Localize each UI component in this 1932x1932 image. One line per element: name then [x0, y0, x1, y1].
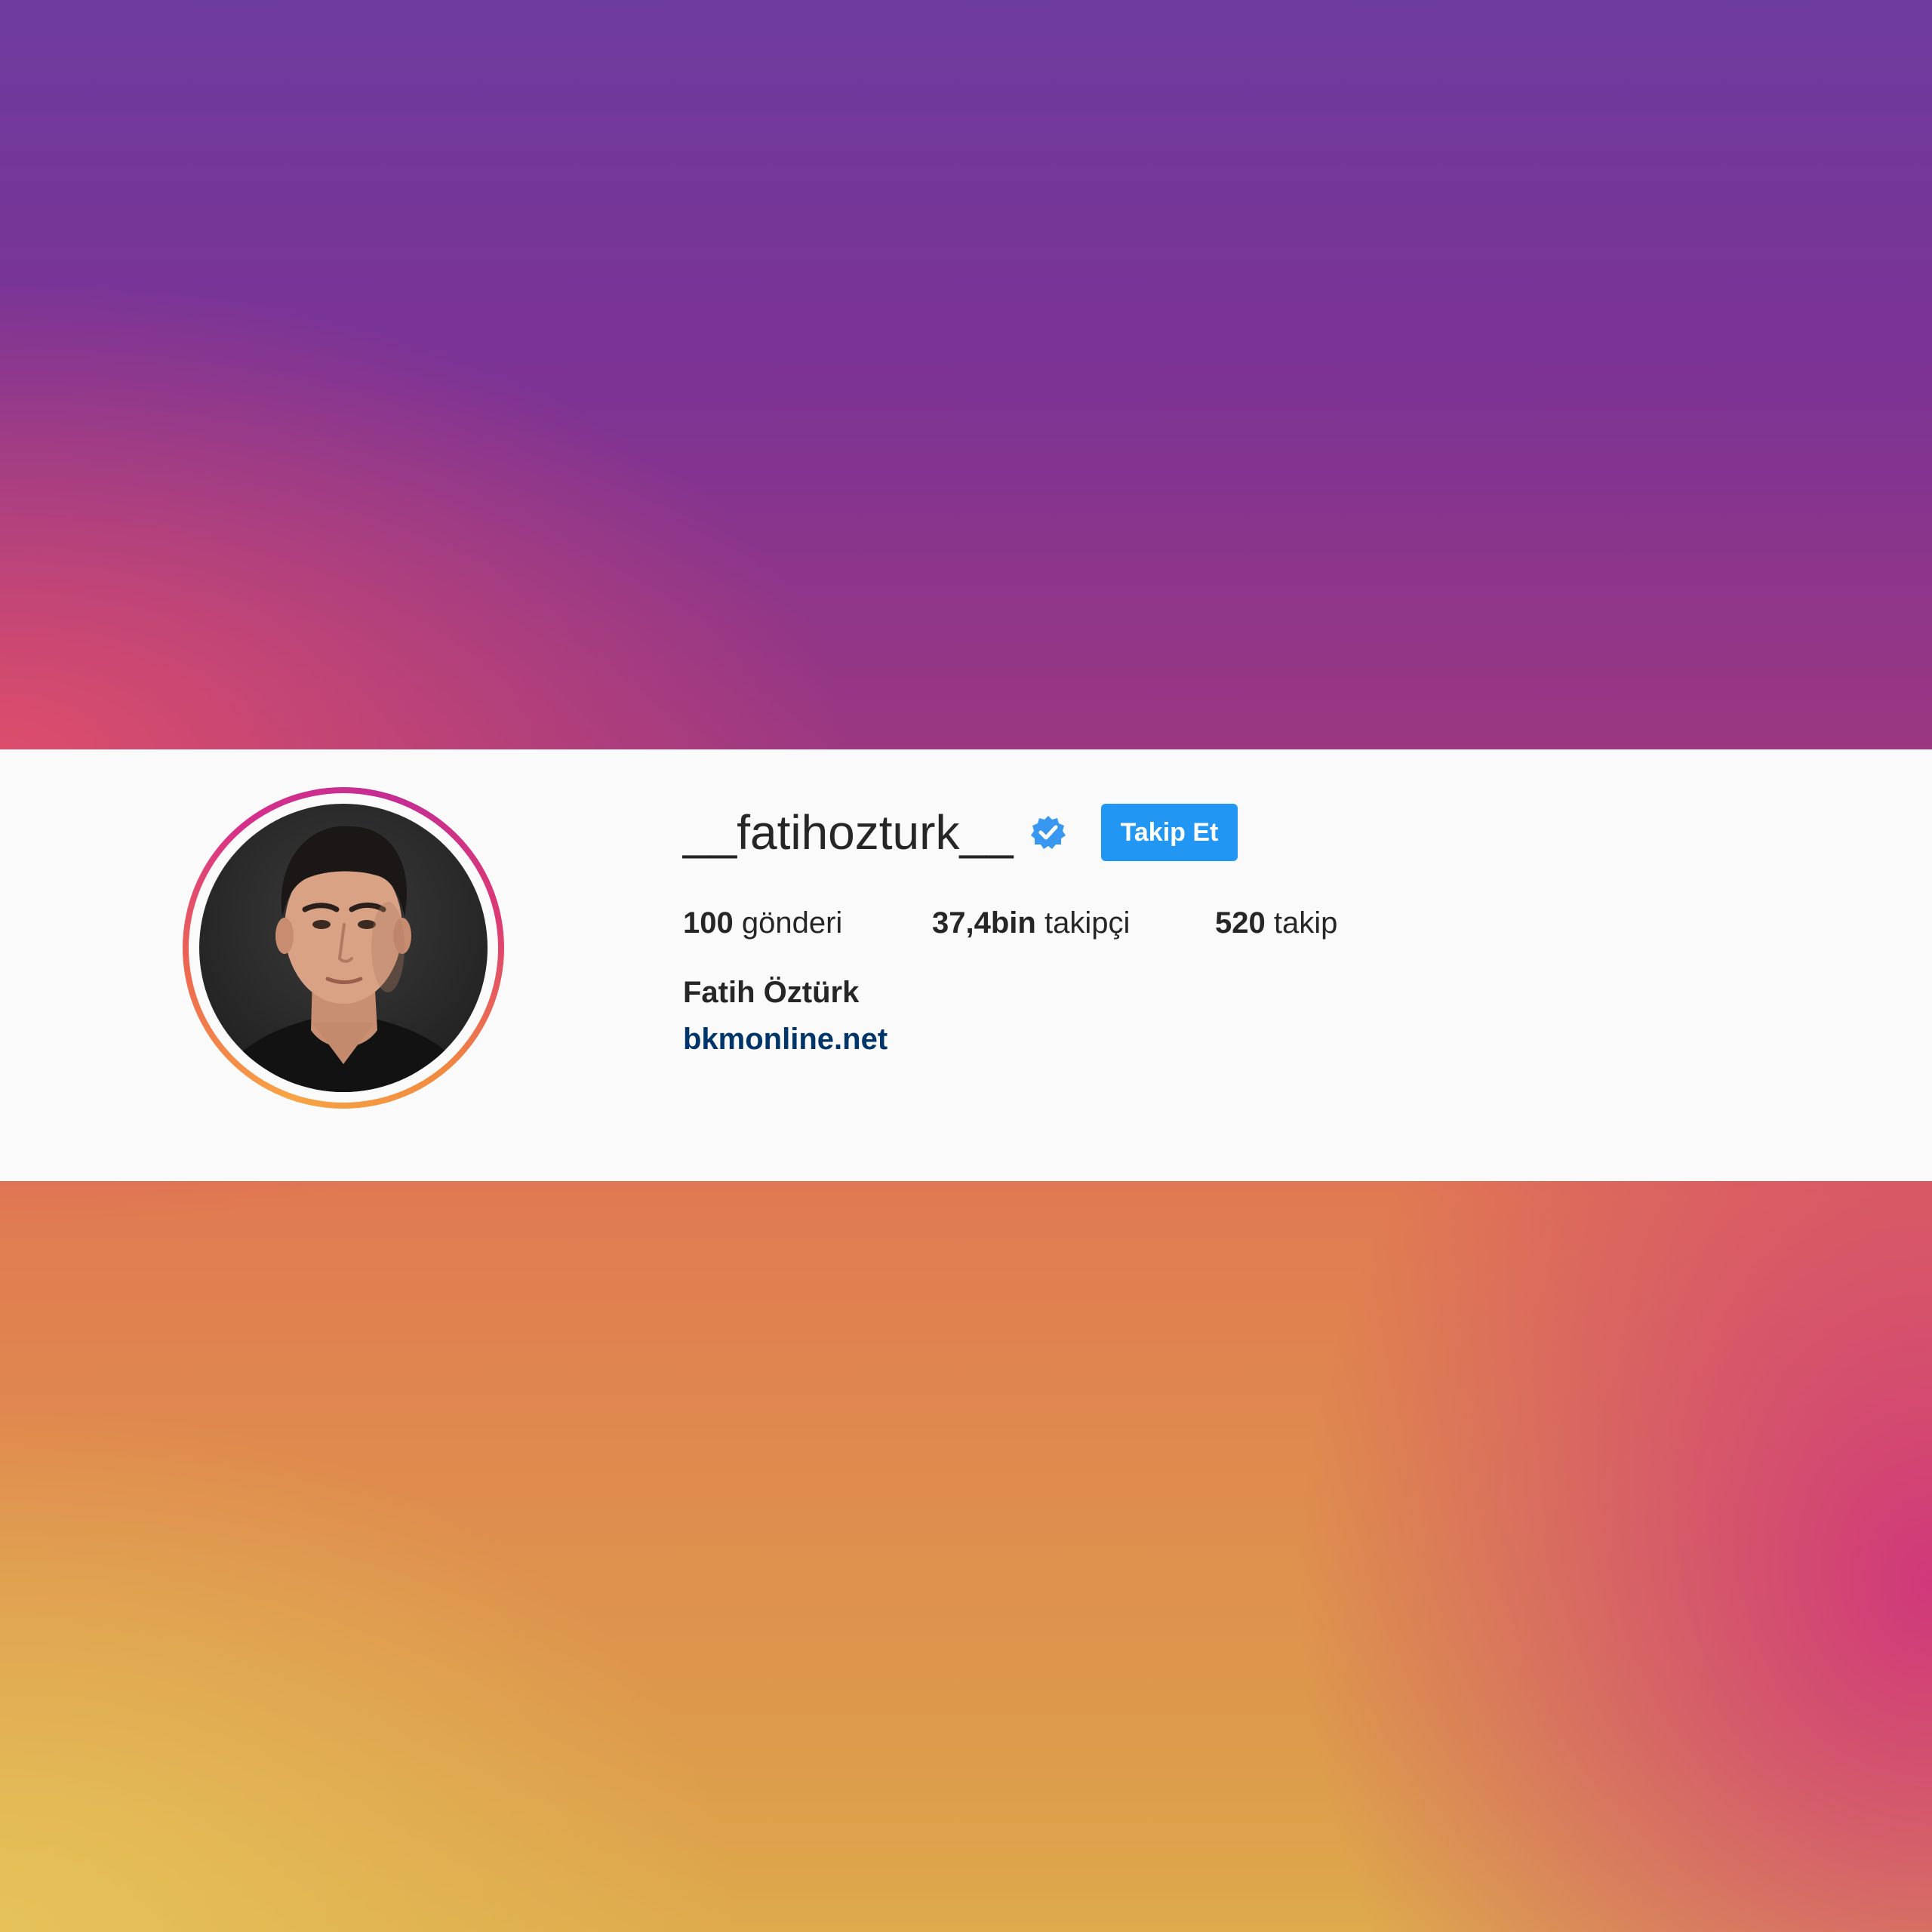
stat-followers[interactable]: 37,4bin takipçi — [932, 906, 1215, 940]
following-label: takip — [1273, 906, 1338, 940]
posts-count: 100 — [683, 906, 734, 940]
posts-label: gönderi — [741, 906, 843, 940]
profile-header-card: __fatihozturk__ Takip Et 100 gönderi 37,… — [0, 749, 1932, 1181]
username-row: __fatihozturk__ Takip Et — [683, 802, 1238, 863]
avatar-portrait-icon — [214, 826, 475, 1092]
verified-badge-icon — [1030, 814, 1066, 851]
story-ring[interactable] — [183, 787, 504, 1109]
following-count: 520 — [1215, 906, 1266, 940]
website-link[interactable]: bkmonline.net — [683, 1023, 888, 1057]
stat-posts[interactable]: 100 gönderi — [683, 906, 932, 940]
stat-following[interactable]: 520 takip — [1215, 906, 1337, 940]
followers-label: takipçi — [1044, 906, 1131, 940]
full-name: Fatih Öztürk — [683, 976, 860, 1009]
profile-stats: 100 gönderi 37,4bin takipçi 520 takip — [683, 900, 1337, 946]
avatar[interactable] — [199, 804, 488, 1092]
follow-button[interactable]: Takip Et — [1100, 804, 1238, 861]
username: __fatihozturk__ — [683, 805, 1014, 860]
followers-count: 37,4bin — [932, 906, 1036, 940]
